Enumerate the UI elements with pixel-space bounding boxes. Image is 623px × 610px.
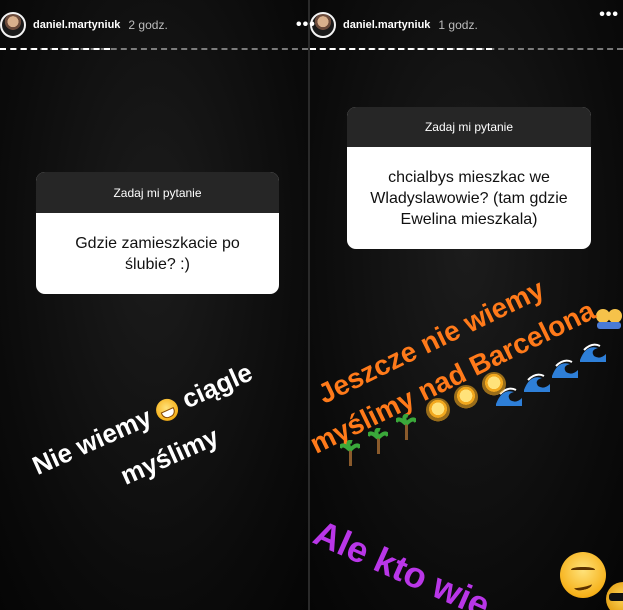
timestamp: 1 godz. [438, 18, 478, 32]
more-options-icon[interactable]: ••• [296, 16, 316, 34]
progress-bar-done [0, 48, 110, 50]
username[interactable]: daniel.martyniuk [343, 19, 430, 31]
palm-tree-icon [340, 440, 360, 466]
question-sticker-header: Zadaj mi pytanie [347, 107, 591, 147]
question-sticker-text: Gdzie zamieszkacie po ślubie? :) [75, 234, 240, 273]
username[interactable]: daniel.martyniuk [33, 19, 120, 31]
sun-icon [454, 385, 478, 409]
sun-icon [426, 398, 450, 422]
couple-icon [596, 309, 622, 329]
timestamp: 2 godz. [128, 18, 168, 32]
palm-tree-icon [368, 428, 388, 454]
caption-purple: Ale kto wie [310, 511, 497, 610]
story-panel-left[interactable]: daniel.martyniuk 2 godz. Zadaj mi pytani… [0, 0, 308, 610]
question-sticker-text: chcialbys mieszkac we Wladyslawowie? (ta… [370, 168, 568, 228]
question-sticker[interactable]: Zadaj mi pytanie chcialbys mieszkac we W… [347, 107, 591, 249]
grinning-face-icon [152, 395, 183, 425]
progress-bar-done [310, 48, 492, 50]
caption-text: ciągle [177, 356, 257, 415]
avatar[interactable] [0, 12, 26, 38]
story-panel-right[interactable]: daniel.martyniuk 1 godz. ••• Zadaj mi py… [310, 0, 623, 610]
story-header: daniel.martyniuk 2 godz. [0, 10, 308, 40]
more-options-icon[interactable]: ••• [599, 6, 619, 24]
question-sticker[interactable]: Zadaj mi pytanie Gdzie zamieszkacie po ś… [36, 172, 279, 294]
wave-icon [552, 359, 578, 378]
sun-icon [482, 372, 506, 396]
sunglasses-face-icon [606, 582, 623, 610]
story-header: daniel.martyniuk 1 godz. [310, 10, 623, 40]
wave-icon [524, 373, 550, 392]
palm-tree-icon [396, 414, 416, 440]
smirking-face-icon [560, 552, 606, 598]
wave-icon [580, 343, 606, 362]
question-sticker-header: Zadaj mi pytanie [36, 172, 279, 213]
